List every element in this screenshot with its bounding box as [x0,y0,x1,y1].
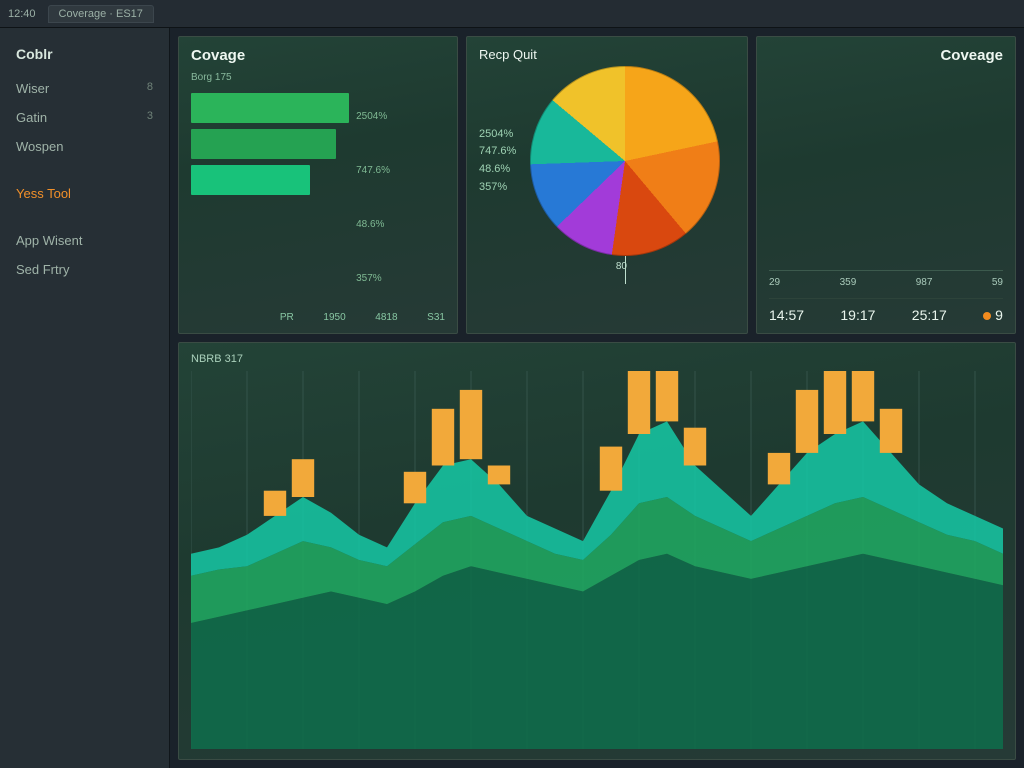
stat-badge: 9 [983,307,1003,323]
panel-subtitle: Borg 175 [191,72,445,83]
bar-value-labels: 2504% 747.6% 48.6% 357% [356,89,445,306]
hbar [191,129,336,159]
sidebar-item-count: 3 [147,110,153,125]
pie-chart [530,66,720,256]
x-tick: 1950 [323,312,345,323]
panel-bar-chart: Covage Borg 175 2504% 747.6% 48.6% 357% [178,36,458,334]
pie-value-list: 2504% 747.6% 48.6% 357% [479,126,516,196]
stat-value: 19:17 [840,307,875,323]
sidebar-item-wiser[interactable]: Wiser 8 [0,74,169,103]
panel-subtitle: NBRB 317 [191,353,1003,365]
area-spike [488,466,510,485]
x-tick: PR [280,312,294,323]
pie-callout-label: 80 [616,261,627,272]
x-tick: 359 [840,277,857,288]
area-spike [796,390,818,453]
vbar-chart [769,72,1003,271]
sidebar-item-yess-tool[interactable]: Yess Tool [0,179,169,208]
stat-badge-value: 9 [995,307,1003,323]
pie-value: 48.6% [479,161,516,179]
bar-value: 747.6% [356,165,439,176]
sidebar-item-app-wisent[interactable]: App Wisent [0,226,169,255]
x-tick: 29 [769,277,780,288]
sidebar-item-label: Gatin [16,110,47,125]
sidebar-item-sed-frtry[interactable]: Sed Frtry [0,255,169,284]
panel-coverage: Coveage 29 359 987 59 14:57 19:17 25:17 … [756,36,1016,334]
area-spike [628,371,650,434]
x-tick: 4818 [375,312,397,323]
sidebar-item-wospen[interactable]: Wospen [0,132,169,161]
area-chart [191,371,1003,749]
stat-value: 14:57 [769,307,804,323]
area-spike [432,409,454,466]
sidebar-item-label: Wiser [16,81,49,96]
sidebar-item-gatin[interactable]: Gatin 3 [0,103,169,132]
dot-icon [983,312,991,320]
hbar [191,93,349,123]
sidebar-item-label: Wospen [16,139,63,154]
main-area: Covage Borg 175 2504% 747.6% 48.6% 357% [170,28,1024,768]
area-spike [824,371,846,434]
stat-value: 25:17 [912,307,947,323]
coverage-x-axis: 29 359 987 59 [769,277,1003,288]
bar-value: 357% [356,273,439,284]
coverage-stats: 14:57 19:17 25:17 9 [769,298,1003,323]
panel-title: Recp Quit [479,47,537,62]
pie-value: 2504% [479,126,516,144]
panel-title: Coveage [769,47,1003,64]
area-spike [292,459,314,497]
area-spike [684,428,706,466]
bar-value: 2504% [356,111,439,122]
x-tick: 59 [992,277,1003,288]
area-spike [852,371,874,421]
area-spike [768,453,790,485]
x-tick: S31 [427,312,445,323]
hbar-group [191,89,356,306]
time-label: 12:40 [8,8,36,20]
bar-x-axis: PR 1950 4818 S31 [191,312,445,323]
sidebar-header: Coblr [0,40,169,68]
pie-value: 357% [479,179,516,197]
pie-value: 747.6% [479,143,516,161]
window-tab[interactable]: Coverage · ES17 [48,5,154,23]
panel-pie-chart: Recp Quit 2504% 747.6% 48.6% 357% 80 [466,36,748,334]
sidebar-item-label: Sed Frtry [16,262,69,277]
sidebar-item-label: App Wisent [16,233,82,248]
sidebar: Coblr Wiser 8 Gatin 3 Wospen Yess Tool A… [0,28,170,768]
panel-title: Covage [191,47,445,64]
area-spike [460,390,482,459]
area-spike [656,371,678,421]
hbar [191,165,310,195]
sidebar-item-label: Yess Tool [16,186,71,201]
x-tick: 987 [916,277,933,288]
area-spike [264,491,286,516]
tab-label: Coverage · ES17 [59,8,143,20]
area-spike [880,409,902,453]
area-spike [404,472,426,504]
window-titlebar: 12:40 Coverage · ES17 [0,0,1024,28]
area-spike [600,447,622,491]
sidebar-item-count: 8 [147,81,153,96]
bar-value: 48.6% [356,219,439,230]
panel-area-chart: NBRB 317 [178,342,1016,760]
